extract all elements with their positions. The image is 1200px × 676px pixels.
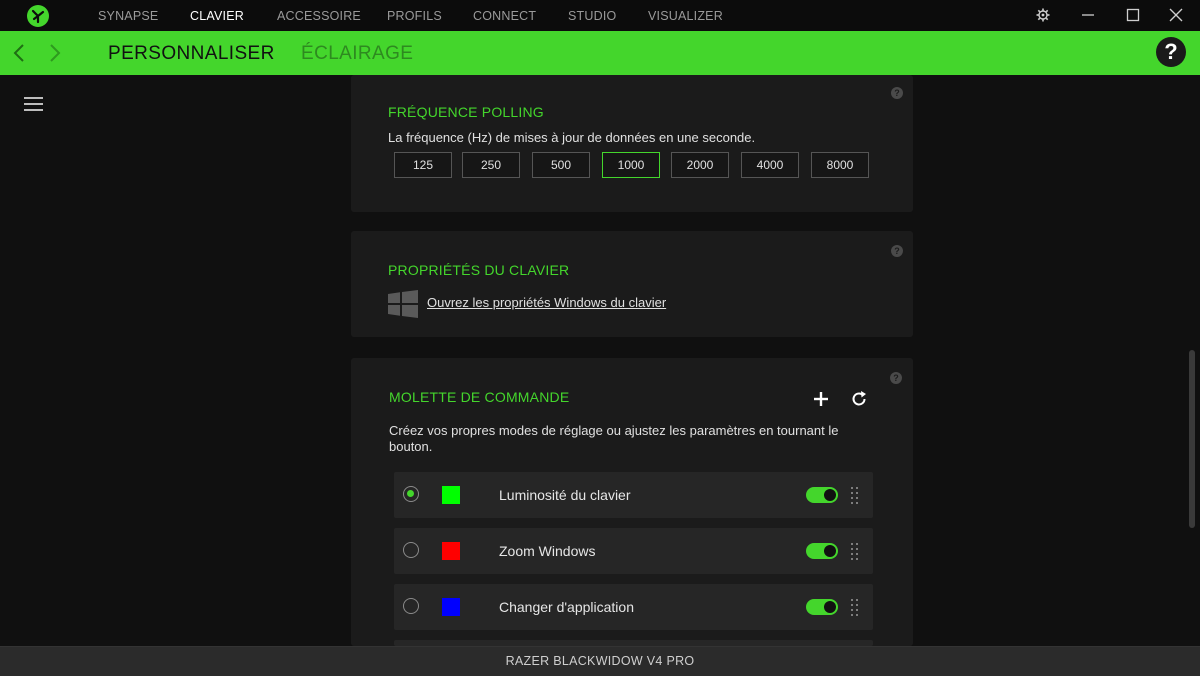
mode-radio-app-switch[interactable] [403,598,419,614]
mode-color-swatch-brightness[interactable] [442,486,460,504]
help-button[interactable]: ? [1156,37,1186,67]
nav-synapse[interactable]: SYNAPSE [98,9,158,23]
mode-label-app-switch: Changer d'application [499,599,634,615]
polling-option-4000[interactable]: 4000 [741,152,799,178]
scrollbar-thumb[interactable] [1189,350,1195,528]
razer-logo-icon[interactable] [27,5,49,27]
nav-studio[interactable]: STUDIO [568,9,616,23]
section-header: PERSONNALISER ÉCLAIRAGE ? [0,31,1200,75]
title-bar: SYNAPSE CLAVIER ACCESSOIRE PROFILS CONNE… [0,0,1200,31]
mode-radio-brightness[interactable] [403,486,419,502]
open-windows-keyboard-properties-link[interactable]: Ouvrez les propriétés Windows du clavier [427,295,666,310]
maximize-icon[interactable] [1125,7,1141,23]
nav-visualizer[interactable]: VISUALIZER [648,9,723,23]
command-dial-description: Créez vos propres modes de réglage ou aj… [389,423,839,454]
mode-radio-zoom[interactable] [403,542,419,558]
polling-rate-panel: ? FRÉQUENCE POLLING La fréquence (Hz) de… [351,75,913,212]
tab-personnaliser[interactable]: PERSONNALISER [108,43,275,65]
polling-option-2000[interactable]: 2000 [671,152,729,178]
keyboard-props-help-icon[interactable]: ? [891,245,903,257]
polling-help-icon[interactable]: ? [891,87,903,99]
mode-color-swatch-app-switch[interactable] [442,598,460,616]
back-arrow-icon[interactable] [12,42,26,64]
mode-toggle-brightness[interactable] [806,487,838,503]
mode-toggle-zoom[interactable] [806,543,838,559]
keyboard-properties-panel: ? PROPRIÉTÉS DU CLAVIER [351,231,913,337]
polling-title: FRÉQUENCE POLLING [388,104,544,120]
nav-profils[interactable]: PROFILS [387,9,442,23]
settings-gear-icon[interactable] [1035,7,1051,23]
polling-option-8000[interactable]: 8000 [811,152,869,178]
command-dial-help-icon[interactable]: ? [890,372,902,384]
dial-mode-row-brightness[interactable]: Luminosité du clavier [394,472,873,518]
tab-eclairage[interactable]: ÉCLAIRAGE [301,43,413,65]
mode-label-brightness: Luminosité du clavier [499,487,631,503]
drag-handle-icon[interactable] [851,599,859,616]
drag-handle-icon[interactable] [851,487,859,504]
device-footer: RAZER BLACKWIDOW V4 PRO [0,646,1200,676]
polling-option-250[interactable]: 250 [462,152,520,178]
menu-hamburger-icon[interactable] [24,97,43,111]
drag-handle-icon[interactable] [851,543,859,560]
nav-connect[interactable]: CONNECT [473,9,536,23]
polling-option-1000[interactable]: 1000 [602,152,660,178]
dial-mode-row-zoom[interactable]: Zoom Windows [394,528,873,574]
command-dial-title: MOLETTE DE COMMANDE [389,389,570,405]
windows-logo-icon [388,290,418,318]
mode-label-zoom: Zoom Windows [499,543,596,559]
reset-refresh-icon[interactable] [849,389,869,409]
polling-description: La fréquence (Hz) de mises à jour de don… [388,130,756,145]
mode-toggle-app-switch[interactable] [806,599,838,615]
polling-option-500[interactable]: 500 [532,152,590,178]
keyboard-props-title: PROPRIÉTÉS DU CLAVIER [388,262,570,278]
forward-arrow-icon[interactable] [48,42,62,64]
polling-option-125[interactable]: 125 [394,152,452,178]
nav-accessoire[interactable]: ACCESSOIRE [277,9,361,23]
nav-clavier[interactable]: CLAVIER [190,9,244,23]
mode-color-swatch-zoom[interactable] [442,542,460,560]
device-name: RAZER BLACKWIDOW V4 PRO [505,654,695,668]
add-plus-icon[interactable] [811,389,831,409]
minimize-icon[interactable] [1080,7,1096,23]
close-icon[interactable] [1168,7,1184,23]
dial-mode-row-app-switch[interactable]: Changer d'application [394,584,873,630]
